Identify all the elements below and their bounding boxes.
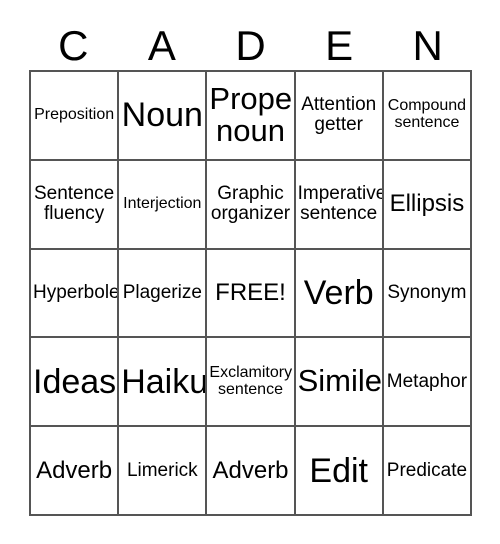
bingo-cell[interactable]: Verb	[295, 249, 384, 339]
bingo-row: Adverb Limerick Adverb Edit Predicate	[31, 427, 473, 516]
bingo-cell-label: Graphic organizer	[210, 183, 291, 225]
bingo-cell[interactable]: Attention getter	[295, 72, 384, 161]
bingo-cell-label: Simile	[297, 363, 383, 399]
bingo-cell-label: Metaphor	[386, 370, 468, 392]
bingo-cell[interactable]: Imperative sentence	[295, 160, 384, 250]
bingo-cell[interactable]: Plagerize	[119, 249, 208, 339]
bingo-row: Preposition Noun Proper noun Attention g…	[31, 72, 473, 161]
bingo-cell-label: Ellipsis	[389, 190, 465, 218]
bingo-cell[interactable]: Interjection	[119, 160, 208, 250]
bingo-cell-label: Sentence fluency	[33, 183, 115, 225]
bingo-cell[interactable]: Exclamitory sentence	[207, 338, 296, 428]
bingo-card: C A D E N Preposition Noun Proper noun A…	[0, 0, 500, 544]
bingo-row: Sentence fluency Interjection Graphic or…	[31, 160, 473, 250]
bingo-cell-label: Haiku	[121, 362, 208, 401]
header-letter-5: N	[412, 22, 443, 69]
bingo-grid: Preposition Noun Proper noun Attention g…	[29, 70, 473, 516]
bingo-cell[interactable]: Compound sentence	[383, 72, 473, 161]
header-letter-4: E	[325, 22, 354, 69]
bingo-cell-label: Preposition	[34, 105, 115, 123]
bingo-cell[interactable]: Haiku	[119, 338, 208, 428]
header-letter-1: C	[58, 22, 89, 69]
bingo-cell-label: Exclamitory sentence	[209, 363, 293, 398]
bingo-row: Ideas Haiku Exclamitory sentence Simile …	[31, 338, 473, 428]
bingo-cell-label: Compound sentence	[387, 97, 467, 132]
bingo-cell[interactable]: Ideas	[31, 338, 120, 428]
bingo-cell[interactable]: Adverb	[207, 427, 296, 516]
bingo-cell[interactable]: Metaphor	[383, 338, 473, 428]
bingo-cell[interactable]: Proper noun	[207, 72, 296, 161]
bingo-cell[interactable]: Sentence fluency	[31, 160, 120, 250]
bingo-cell-label: Imperative sentence	[297, 183, 384, 225]
bingo-cell-label: Proper noun	[209, 80, 296, 149]
bingo-cell[interactable]: Simile	[295, 338, 384, 428]
bingo-cell-label: Edit	[309, 451, 368, 490]
bingo-cell-label: Adverb	[212, 456, 289, 484]
bingo-cell[interactable]: Hyperbole	[31, 249, 120, 339]
bingo-cell[interactable]: Edit	[295, 427, 384, 516]
bingo-cell-label: Predicate	[386, 459, 468, 481]
bingo-header-row: C A D E N	[29, 20, 472, 68]
bingo-cell[interactable]: Preposition	[31, 72, 120, 161]
bingo-cell[interactable]: Graphic organizer	[207, 160, 296, 250]
bingo-cell-label: Hyperbole	[33, 281, 120, 303]
bingo-cell[interactable]: Noun	[119, 72, 208, 161]
bingo-cell-label: FREE!	[215, 279, 286, 307]
bingo-cell[interactable]: Limerick	[119, 427, 208, 516]
header-letter-3: D	[235, 22, 266, 69]
bingo-cell-label: Synonym	[387, 281, 467, 303]
bingo-cell-free[interactable]: FREE!	[207, 249, 296, 339]
bingo-cell[interactable]: Predicate	[383, 427, 473, 516]
bingo-cell-label: Attention getter	[301, 94, 377, 136]
bingo-cell-label: Limerick	[126, 459, 198, 481]
bingo-cell[interactable]: Ellipsis	[383, 160, 473, 250]
header-letter-2: A	[147, 22, 176, 69]
bingo-cell-label: Adverb	[36, 456, 113, 484]
bingo-cell[interactable]: Adverb	[31, 427, 120, 516]
bingo-cell-label: Verb	[303, 273, 374, 312]
bingo-cell-label: Ideas	[33, 362, 117, 401]
bingo-cell[interactable]: Synonym	[383, 249, 473, 339]
bingo-cell-label: Interjection	[123, 194, 202, 212]
bingo-cell-label: Noun	[121, 96, 203, 135]
bingo-row: Hyperbole Plagerize FREE! Verb Synonym	[31, 249, 473, 339]
bingo-cell-label: Plagerize	[122, 281, 202, 303]
